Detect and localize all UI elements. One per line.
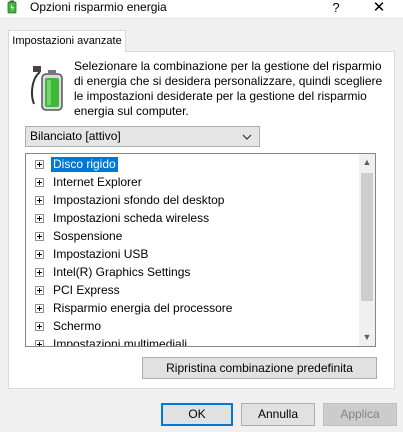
tree-item[interactable]: Schermo [26, 318, 361, 336]
tree-item-label: Impostazioni scheda wireless [53, 211, 210, 225]
tree-item-label: Impostazioni sfondo del desktop [53, 193, 225, 207]
tab-advanced-settings[interactable]: Impostazioni avanzate [8, 30, 126, 52]
title-bar: Opzioni risparmio energia ? ✕ [0, 0, 403, 17]
power-options-icon [7, 0, 17, 14]
scroll-thumb[interactable] [361, 173, 373, 301]
tree-scrollbar[interactable]: ▲ ▼ [359, 154, 375, 346]
plus-box-icon[interactable] [35, 214, 44, 223]
settings-tree[interactable]: Disco rigido Internet Explorer Impostazion… [25, 153, 376, 347]
ok-button[interactable]: OK [161, 403, 233, 426]
tree-item-label: PCI Express [53, 283, 120, 297]
tree-item-label: Risparmio energia del processore [53, 301, 233, 315]
tree-item-label: Internet Explorer [53, 175, 142, 189]
scroll-up-icon[interactable]: ▲ [359, 154, 375, 171]
tree-item[interactable]: Risparmio energia del processore [26, 300, 361, 318]
tree-item[interactable]: PCI Express [26, 282, 361, 300]
plus-box-icon[interactable] [35, 322, 44, 331]
tree-item[interactable]: Intel(R) Graphics Settings [26, 264, 361, 282]
description-text: Selezionare la combinazione per la gesti… [74, 59, 383, 118]
plus-box-icon[interactable] [35, 250, 44, 259]
tree-item-label: Disco rigido [51, 157, 118, 172]
window-title: Opzioni risparmio energia [30, 0, 167, 14]
tree-item-label: Intel(R) Graphics Settings [53, 265, 191, 279]
help-button[interactable]: ? [325, 0, 347, 16]
plan-dropdown-value: Bilanciato [attivo] [30, 129, 121, 143]
plus-box-icon[interactable] [35, 232, 44, 241]
tree-item-label: Sospensione [53, 229, 123, 243]
plus-box-icon[interactable] [35, 304, 44, 313]
tree-item[interactable]: Internet Explorer [26, 174, 361, 192]
tree-item-label: Schermo [53, 319, 102, 333]
apply-button[interactable]: Applica [323, 403, 397, 426]
tree-item[interactable]: Sospensione [26, 228, 361, 246]
cancel-button[interactable]: Annulla [241, 403, 315, 426]
tree-item[interactable]: Disco rigido [26, 156, 361, 174]
tree-item[interactable]: Impostazioni scheda wireless [26, 210, 361, 228]
restore-defaults-button[interactable]: Ripristina combinazione predefinita [142, 357, 377, 379]
plus-box-icon[interactable] [35, 286, 44, 295]
plus-box-icon[interactable] [35, 178, 44, 187]
tree-item[interactable]: Impostazioni multimediali [26, 336, 361, 347]
tree-item[interactable]: Impostazioni sfondo del desktop [26, 192, 361, 210]
scroll-down-icon[interactable]: ▼ [359, 329, 375, 346]
battery-plug-icon [31, 66, 63, 111]
plus-box-icon[interactable] [35, 160, 44, 169]
plan-dropdown[interactable]: Bilanciato [attivo] [25, 126, 260, 147]
chevron-down-icon [242, 134, 252, 140]
tree-item[interactable]: Impostazioni USB [26, 246, 361, 264]
tree-item-label: Impostazioni multimediali [53, 337, 188, 347]
plus-box-icon[interactable] [35, 196, 44, 205]
plus-box-icon[interactable] [35, 268, 44, 277]
close-button[interactable]: ✕ [368, 0, 390, 16]
tree-item-label: Impostazioni USB [53, 247, 149, 261]
plus-box-icon[interactable] [35, 340, 44, 346]
